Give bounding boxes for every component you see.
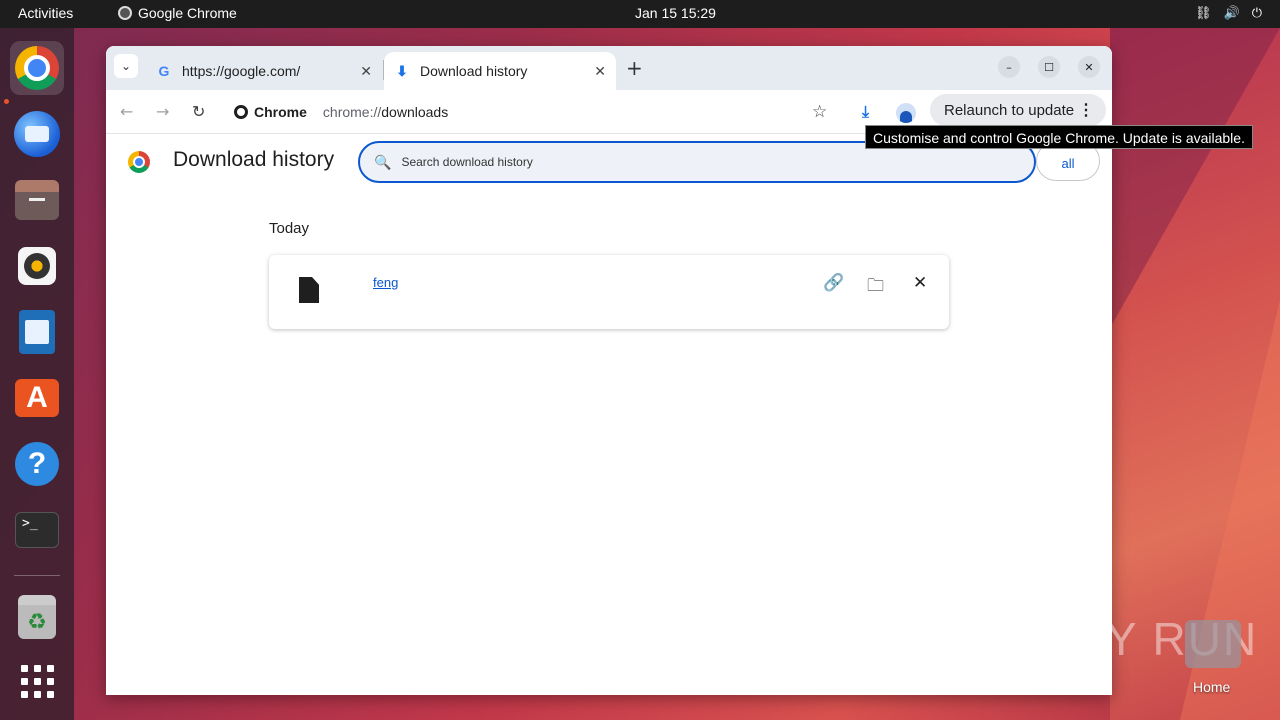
- chrome-icon: [234, 105, 248, 119]
- chrome-logo-icon: [128, 151, 150, 173]
- dock-rhythmbox[interactable]: [10, 239, 64, 293]
- top-bar: Activities Google Chrome Jan 15 15:29 ⛓ …: [0, 0, 1280, 28]
- close-icon[interactable]: ✕: [594, 63, 606, 80]
- close-icon[interactable]: ✕: [360, 63, 372, 80]
- copy-link-icon[interactable]: 🔗: [823, 273, 844, 293]
- app-center-icon: A: [15, 379, 59, 417]
- system-tray[interactable]: ⛓ 🔊 ⏻: [1195, 5, 1262, 21]
- search-icon: 🔍: [374, 153, 392, 170]
- bookmark-star-icon[interactable]: ☆: [812, 102, 827, 122]
- volume-icon: 🔊: [1223, 5, 1240, 20]
- dock-writer[interactable]: [10, 305, 64, 359]
- relaunch-update-button[interactable]: Relaunch to update ⋮: [930, 94, 1106, 126]
- dock-trash[interactable]: ♻: [10, 590, 64, 644]
- search-placeholder: Search download history: [401, 155, 533, 169]
- wallpaper-facet: [1110, 28, 1280, 328]
- download-icon[interactable]: ⤓: [862, 102, 869, 122]
- power-icon: ⏻: [1251, 5, 1262, 20]
- chrome-icon: [118, 6, 132, 20]
- app-name: Google Chrome: [138, 5, 237, 21]
- dock-show-apps[interactable]: [10, 654, 64, 708]
- more-vert-icon[interactable]: ⋮: [1078, 100, 1094, 120]
- dock-chrome[interactable]: [10, 41, 64, 95]
- tab-download-history[interactable]: ⬇ Download history ✕: [384, 52, 616, 90]
- tab-title: Download history: [420, 63, 528, 79]
- tooltip: Customise and control Google Chrome. Upd…: [865, 125, 1253, 149]
- trash-icon: ♻: [18, 595, 56, 639]
- activities-button[interactable]: Activities: [18, 5, 73, 21]
- home-folder-icon[interactable]: [1185, 620, 1241, 668]
- file-name-link[interactable]: feng: [373, 275, 398, 290]
- dock-thunderbird[interactable]: [10, 107, 64, 161]
- home-label: Home: [1193, 679, 1231, 695]
- terminal-icon: >_: [15, 512, 59, 548]
- dock-terminal[interactable]: >_: [10, 503, 64, 557]
- app-grid-icon: [20, 664, 54, 698]
- new-tab-button[interactable]: +: [626, 56, 643, 80]
- dock-help[interactable]: ?: [10, 437, 64, 491]
- tab-search-button[interactable]: ⌄: [114, 54, 138, 78]
- app-menu[interactable]: Google Chrome: [118, 5, 237, 21]
- minimize-button[interactable]: –: [998, 56, 1020, 78]
- url-host: downloads: [381, 104, 449, 120]
- thunderbird-icon: [14, 111, 60, 157]
- tab-strip: ⌄ G https://google.com/ ✕ ⬇ Download his…: [106, 46, 1112, 90]
- omnibox[interactable]: Chrome chrome:// downloads: [226, 96, 846, 128]
- remove-icon[interactable]: ✕: [913, 273, 927, 293]
- rhythmbox-icon: [18, 247, 56, 285]
- url-scheme: chrome://: [322, 104, 382, 120]
- files-icon: [15, 180, 59, 220]
- chevron-down-icon: ⌄: [120, 59, 132, 73]
- clock[interactable]: Jan 15 15:29: [635, 5, 716, 21]
- file-icon: [299, 277, 319, 303]
- page-title: Download history: [173, 148, 335, 171]
- site-info-chip[interactable]: Chrome: [226, 98, 315, 126]
- dock-files[interactable]: [10, 173, 64, 227]
- window-close-button[interactable]: ✕: [1078, 56, 1100, 78]
- dock: A ? >_ ♻: [0, 28, 74, 720]
- download-item: feng 🔗 🗀 ✕: [269, 255, 949, 329]
- profile-avatar[interactable]: [896, 103, 916, 123]
- back-button[interactable]: ←: [120, 102, 133, 121]
- chrome-icon: [15, 46, 59, 90]
- tab-title: https://google.com/: [182, 63, 301, 79]
- forward-button[interactable]: →: [156, 102, 169, 121]
- help-icon: ?: [15, 442, 59, 486]
- dock-separator: [14, 575, 60, 576]
- writer-icon: [19, 310, 55, 354]
- download-favicon-icon: ⬇: [396, 62, 408, 79]
- section-date: Today: [269, 220, 310, 237]
- reload-button[interactable]: ↻: [192, 102, 205, 121]
- running-indicator: [4, 99, 9, 104]
- downloads-page: Download history 🔍 Search download histo…: [106, 134, 1112, 695]
- show-in-folder-icon[interactable]: 🗀: [867, 273, 884, 302]
- chip-label: Chrome: [254, 104, 307, 120]
- tab-google[interactable]: G https://google.com/ ✕: [146, 52, 382, 90]
- relaunch-label: Relaunch to update: [944, 101, 1075, 119]
- dock-app-center[interactable]: A: [10, 371, 64, 425]
- maximize-button[interactable]: ☐: [1038, 56, 1060, 78]
- network-icon: ⛓: [1195, 5, 1212, 20]
- google-favicon-icon: G: [158, 63, 170, 79]
